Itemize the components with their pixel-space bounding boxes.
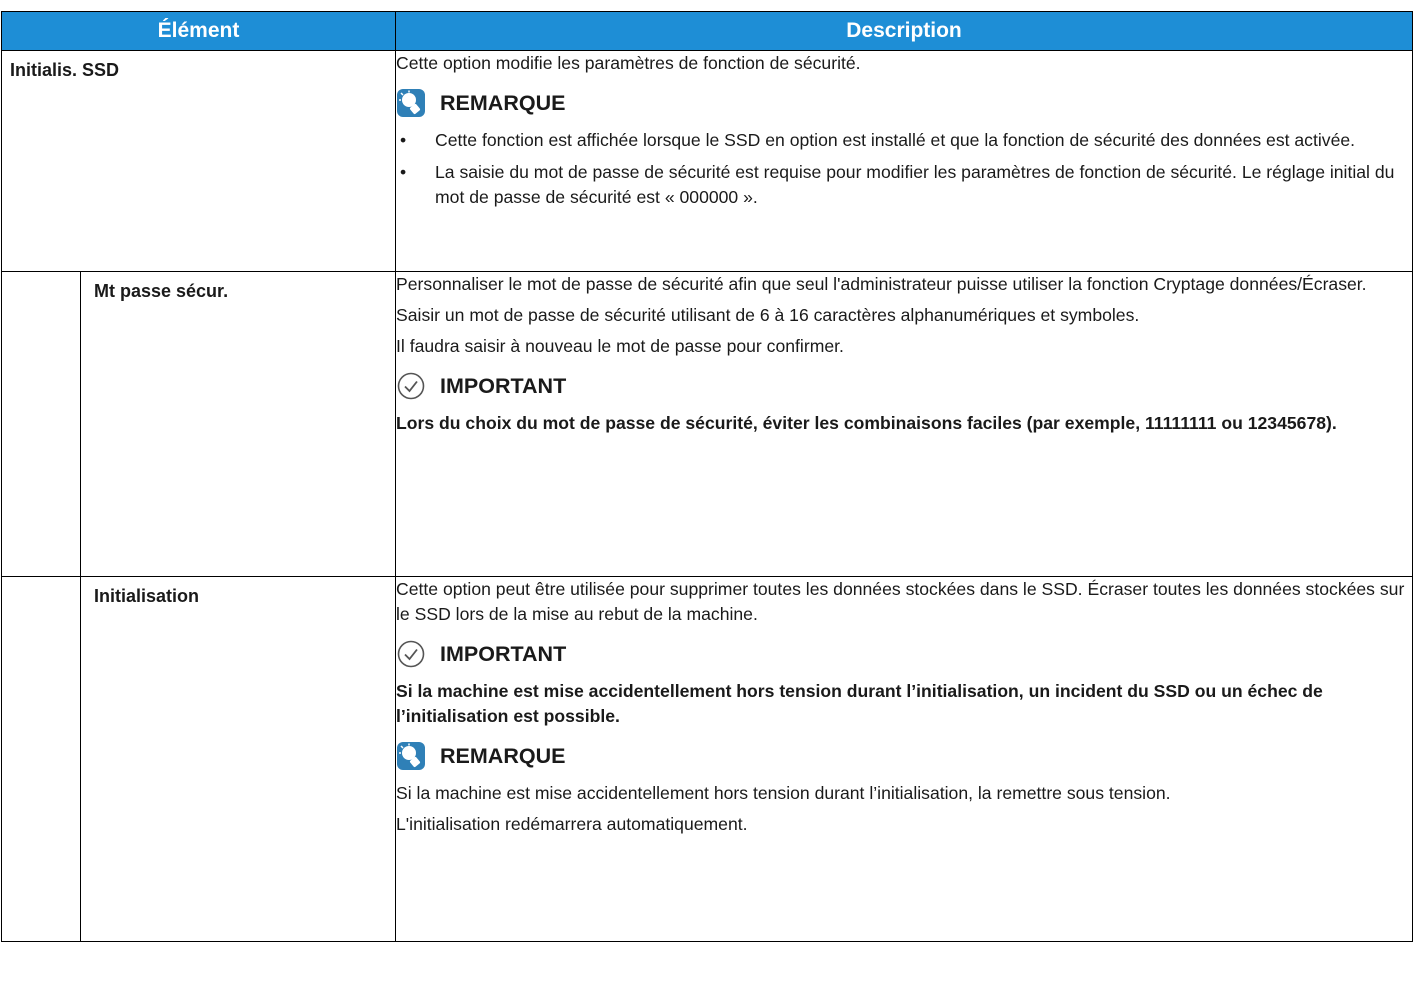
- list-item: • Cette fonction est affichée lorsque le…: [396, 128, 1412, 153]
- note-heading: REMARQUE: [396, 88, 1412, 118]
- indent-cell: [1, 576, 81, 942]
- note-bullets: • Cette fonction est affichée lorsque le…: [396, 128, 1412, 210]
- important-title: IMPORTANT: [440, 641, 567, 666]
- table-row: Mt passe sécur. Personnaliser le mot de …: [1, 271, 1413, 577]
- checkmark-circle-icon: [396, 639, 426, 669]
- note-text: L'initialisation redémarrera automatique…: [396, 814, 748, 834]
- header-description: Description: [395, 11, 1413, 51]
- important-text: Si la machine est mise accidentellement …: [396, 681, 1323, 726]
- important-title: IMPORTANT: [440, 373, 567, 398]
- list-item: • La saisie du mot de passe de sécurité …: [396, 160, 1412, 210]
- important-text: Lors du choix du mot de passe de sécurit…: [396, 413, 1337, 433]
- important-heading: IMPORTANT: [396, 639, 1412, 669]
- item-label: Mt passe sécur.: [79, 271, 397, 577]
- header-item: Élément: [0, 11, 397, 51]
- page: Élément Description Initialis. SSD Cette…: [0, 0, 1415, 991]
- note-title: REMARQUE: [440, 90, 566, 115]
- description-text: Personnaliser le mot de passe de sécurit…: [396, 274, 1367, 294]
- description-cell: Cette option modifie les paramètres de f…: [395, 50, 1413, 272]
- table-row: Initialisation Cette option peut être ut…: [1, 576, 1413, 942]
- description-text: Il faudra saisir à nouveau le mot de pas…: [396, 336, 844, 356]
- note-text: Si la machine est mise accidentellement …: [396, 783, 1171, 803]
- note-heading: REMARQUE: [396, 741, 1412, 771]
- table-row: Initialis. SSD Cette option modifie les …: [0, 50, 1413, 272]
- lightbulb-note-icon: [396, 741, 426, 771]
- important-heading: IMPORTANT: [396, 371, 1412, 401]
- indent-cell: [1, 271, 81, 577]
- description-text: Cette option modifie les paramètres de f…: [396, 53, 861, 73]
- description-cell: Cette option peut être utilisée pour sup…: [395, 576, 1413, 942]
- settings-table: Élément Description Initialis. SSD Cette…: [0, 11, 1413, 942]
- table-header-row: Élément Description: [0, 11, 1413, 51]
- description-text: Saisir un mot de passe de sécurité utili…: [396, 305, 1140, 325]
- bullet-marker: •: [400, 130, 407, 150]
- description-cell: Personnaliser le mot de passe de sécurit…: [395, 271, 1413, 577]
- note-title: REMARQUE: [440, 743, 566, 768]
- lightbulb-note-icon: [396, 88, 426, 118]
- item-label: Initialisation: [79, 576, 397, 942]
- checkmark-circle-icon: [396, 371, 426, 401]
- list-item-text: Cette fonction est affichée lorsque le S…: [435, 130, 1356, 150]
- list-item-text: La saisie du mot de passe de sécurité es…: [435, 162, 1395, 207]
- item-label: Initialis. SSD: [0, 50, 397, 272]
- description-text: Cette option peut être utilisée pour sup…: [396, 579, 1405, 624]
- bullet-marker: •: [400, 162, 407, 182]
